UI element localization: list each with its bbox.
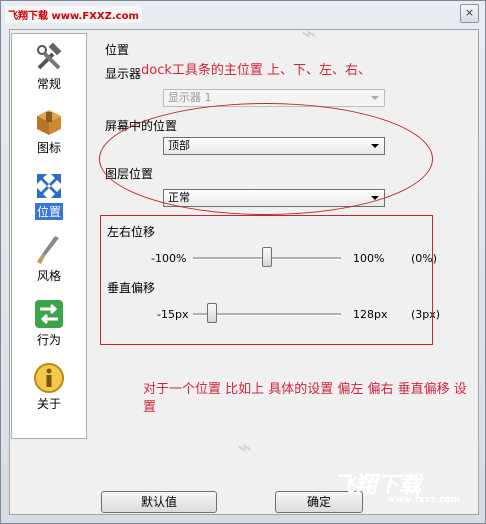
watermark-logo-url: www.fxxz.com bbox=[387, 495, 460, 505]
default-button[interactable]: 默认值 bbox=[101, 491, 217, 513]
sidebar-item-label: 关于 bbox=[36, 397, 61, 411]
watermark-logo: 飞翔下载 www.fxxz.com bbox=[333, 467, 479, 509]
sidebar-item-label: 行为 bbox=[36, 333, 61, 347]
arrows-icon bbox=[37, 174, 61, 198]
display-select-value: 显示器 1 bbox=[168, 91, 212, 104]
display-label: 显示器 bbox=[105, 67, 142, 81]
title-bar: 飞翔下载 www.FXXZ.com × bbox=[1, 1, 485, 27]
sidebar-item-behavior[interactable]: 行为 bbox=[12, 294, 86, 356]
sidebar-item-label: 风格 bbox=[36, 269, 61, 283]
sidebar-item-label: 常规 bbox=[36, 77, 61, 91]
box-icon bbox=[37, 110, 61, 135]
brush-icon bbox=[37, 236, 59, 264]
watermark-text: 飞翔下载 www.FXXZ.com bbox=[5, 6, 142, 23]
arrows-exchange-icon bbox=[35, 300, 63, 328]
section-title: 位置 bbox=[105, 43, 130, 57]
sidebar-item-general[interactable]: 常规 bbox=[12, 38, 86, 100]
sidebar-item-position[interactable]: 位置 bbox=[12, 166, 86, 228]
sidebar-item-label: 位置 bbox=[35, 203, 63, 220]
sidebar-item-label: 图标 bbox=[36, 141, 61, 155]
annotation-bottom-text: 对于一个位置 比如上 具体的设置 偏左 偏右 垂直偏移 设置 bbox=[143, 382, 467, 415]
close-button[interactable]: × bbox=[460, 4, 479, 23]
settings-window: 飞翔下载 www.FXXZ.com × 常规 图标 位置 风格 行为 关于 ⌁ … bbox=[0, 0, 486, 524]
sidebar-item-style[interactable]: 风格 bbox=[12, 230, 86, 292]
sidebar: 常规 图标 位置 风格 行为 关于 bbox=[11, 33, 87, 439]
sidebar-item-about[interactable]: 关于 bbox=[12, 358, 86, 420]
chevron-down-icon bbox=[371, 96, 379, 100]
tools-icon bbox=[37, 42, 62, 70]
annotation-top-text: dock工具条的主位置 上、下、左、右、 bbox=[141, 63, 372, 78]
background-watermark: ⌁ bbox=[301, 19, 317, 49]
info-icon bbox=[34, 363, 64, 393]
sidebar-item-icons[interactable]: 图标 bbox=[12, 102, 86, 164]
annotation-ellipse bbox=[99, 103, 433, 215]
background-watermark: ⌁ bbox=[237, 433, 253, 463]
annotation-rectangle bbox=[100, 215, 433, 345]
